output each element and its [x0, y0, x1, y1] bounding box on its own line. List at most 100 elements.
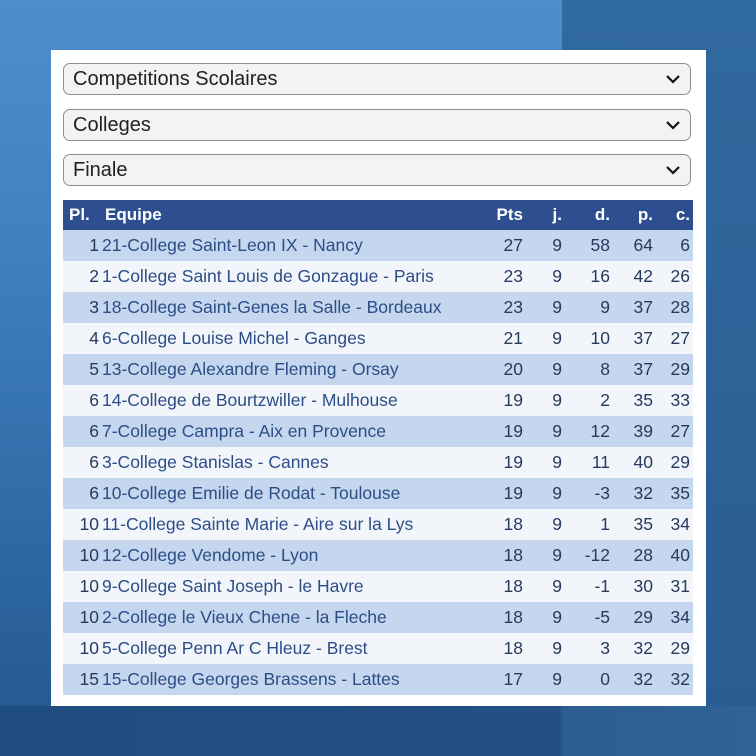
header-for[interactable]: p. [613, 205, 657, 225]
place-cell: 6 [89, 421, 99, 441]
points-cell: 19 [503, 452, 523, 472]
for-cell: 40 [633, 452, 653, 472]
category-select[interactable]: Colleges [63, 109, 691, 141]
played-cell: 9 [552, 266, 562, 286]
points-cell: 23 [503, 266, 523, 286]
table-row[interactable]: 5 13-College Alexandre Fleming - Orsay 20 9… [63, 354, 693, 385]
team-link[interactable]: 5-College Penn Ar C Hleuz - Brest [102, 638, 481, 659]
table-header: Pl. Equipe Pts j. d. p. c. [63, 200, 693, 230]
for-cell: 37 [633, 297, 653, 317]
competition-select-value: Competitions Scolaires [73, 67, 278, 90]
difference-cell: 16 [590, 266, 610, 286]
chevron-down-icon [664, 161, 682, 179]
table-row[interactable]: 10 12-College Vendome - Lyon 18 9 -12 28 40 [63, 540, 693, 571]
table-row[interactable]: 6 10-College Emilie de Rodat - Toulouse 19… [63, 478, 693, 509]
category-select-value: Colleges [73, 113, 151, 136]
table-row[interactable]: 1 21-College Saint-Leon IX - Nancy 27 9 58 64… [63, 230, 693, 261]
difference-cell: -1 [594, 576, 610, 596]
played-cell: 9 [552, 514, 562, 534]
points-cell: 18 [503, 638, 523, 658]
table-row[interactable]: 6 3-College Stanislas - Cannes 19 9 11 40 29 [63, 447, 693, 478]
team-link[interactable]: 12-College Vendome - Lyon [102, 545, 481, 566]
table-row[interactable]: 10 11-College Sainte Marie - Aire sur la … [63, 509, 693, 540]
played-cell: 9 [552, 607, 562, 627]
header-against[interactable]: c. [657, 205, 693, 225]
for-cell: 64 [633, 235, 653, 255]
table-row[interactable]: 6 14-College de Bourtzwiller - Mulhouse 19… [63, 385, 693, 416]
place-cell: 10 [79, 638, 99, 658]
team-link[interactable]: 15-College Georges Brassens - Lattes [102, 669, 481, 690]
for-cell: 30 [633, 576, 653, 596]
team-link[interactable]: 1-College Saint Louis de Gonzague - Pari… [102, 266, 481, 287]
chevron-down-icon [664, 116, 682, 134]
table-row[interactable]: 4 6-College Louise Michel - Ganges 21 9 10 37… [63, 323, 693, 354]
against-cell: 6 [680, 235, 690, 255]
phase-select[interactable]: Finale [63, 154, 691, 186]
points-cell: 21 [503, 328, 523, 348]
place-cell: 6 [89, 390, 99, 410]
header-difference[interactable]: d. [568, 205, 613, 225]
header-place[interactable]: Pl. [63, 205, 105, 225]
header-team[interactable]: Equipe [105, 205, 481, 225]
difference-cell: 11 [591, 452, 610, 472]
table-row[interactable]: 10 9-College Saint Joseph - le Havre 18 9 -1… [63, 571, 693, 602]
table-row[interactable]: 10 2-College le Vieux Chene - la Fleche 18… [63, 602, 693, 633]
table-row[interactable]: 15 15-College Georges Brassens - Lattes 17… [63, 664, 693, 695]
team-link[interactable]: 9-College Saint Joseph - le Havre [102, 576, 481, 597]
table-row[interactable]: 2 1-College Saint Louis de Gonzague - Par… [63, 261, 693, 292]
chevron-down-icon [664, 70, 682, 88]
for-cell: 37 [633, 328, 653, 348]
against-cell: 29 [670, 452, 690, 472]
played-cell: 9 [552, 359, 562, 379]
place-cell: 6 [89, 452, 99, 472]
place-cell: 3 [89, 297, 99, 317]
points-cell: 17 [503, 669, 523, 689]
team-link[interactable]: 6-College Louise Michel - Ganges [102, 328, 481, 349]
points-cell: 19 [503, 421, 523, 441]
points-cell: 18 [503, 576, 523, 596]
table-row[interactable]: 6 7-College Campra - Aix en Provence 19 9 12… [63, 416, 693, 447]
competition-select[interactable]: Competitions Scolaires [63, 63, 691, 95]
table-row[interactable]: 3 18-College Saint-Genes la Salle - Borde… [63, 292, 693, 323]
header-points[interactable]: Pts [481, 205, 534, 225]
difference-cell: 58 [590, 235, 610, 255]
against-cell: 27 [670, 328, 690, 348]
for-cell: 29 [633, 607, 653, 627]
team-link[interactable]: 11-College Sainte Marie - Aire sur la Ly… [102, 514, 481, 535]
for-cell: 35 [633, 514, 653, 534]
against-cell: 34 [670, 607, 690, 627]
points-cell: 18 [503, 607, 523, 627]
played-cell: 9 [552, 638, 562, 658]
place-cell: 10 [79, 514, 99, 534]
points-cell: 18 [503, 514, 523, 534]
header-played[interactable]: j. [534, 205, 568, 225]
for-cell: 37 [633, 359, 653, 379]
table-row[interactable]: 10 5-College Penn Ar C Hleuz - Brest 18 9 3 3… [63, 633, 693, 664]
team-link[interactable]: 3-College Stanislas - Cannes [102, 452, 481, 473]
difference-cell: 1 [600, 514, 610, 534]
for-cell: 32 [633, 669, 653, 689]
points-cell: 19 [503, 483, 523, 503]
against-cell: 29 [670, 359, 690, 379]
played-cell: 9 [552, 483, 562, 503]
background-bottom [0, 706, 756, 756]
against-cell: 35 [670, 483, 690, 503]
difference-cell: -5 [594, 607, 610, 627]
place-cell: 10 [79, 545, 99, 565]
team-link[interactable]: 21-College Saint-Leon IX - Nancy [102, 235, 481, 256]
team-link[interactable]: 13-College Alexandre Fleming - Orsay [102, 359, 481, 380]
points-cell: 27 [503, 235, 523, 255]
played-cell: 9 [552, 421, 562, 441]
team-link[interactable]: 14-College de Bourtzwiller - Mulhouse [102, 390, 481, 411]
against-cell: 33 [670, 390, 690, 410]
team-link[interactable]: 18-College Saint-Genes la Salle - Bordea… [102, 297, 481, 318]
played-cell: 9 [552, 669, 562, 689]
team-link[interactable]: 10-College Emilie de Rodat - Toulouse [102, 483, 481, 504]
team-link[interactable]: 2-College le Vieux Chene - la Fleche [102, 607, 481, 628]
difference-cell: 3 [600, 638, 610, 658]
place-cell: 15 [79, 669, 99, 689]
team-link[interactable]: 7-College Campra - Aix en Provence [102, 421, 481, 442]
against-cell: 29 [670, 638, 690, 658]
played-cell: 9 [552, 576, 562, 596]
for-cell: 28 [633, 545, 653, 565]
